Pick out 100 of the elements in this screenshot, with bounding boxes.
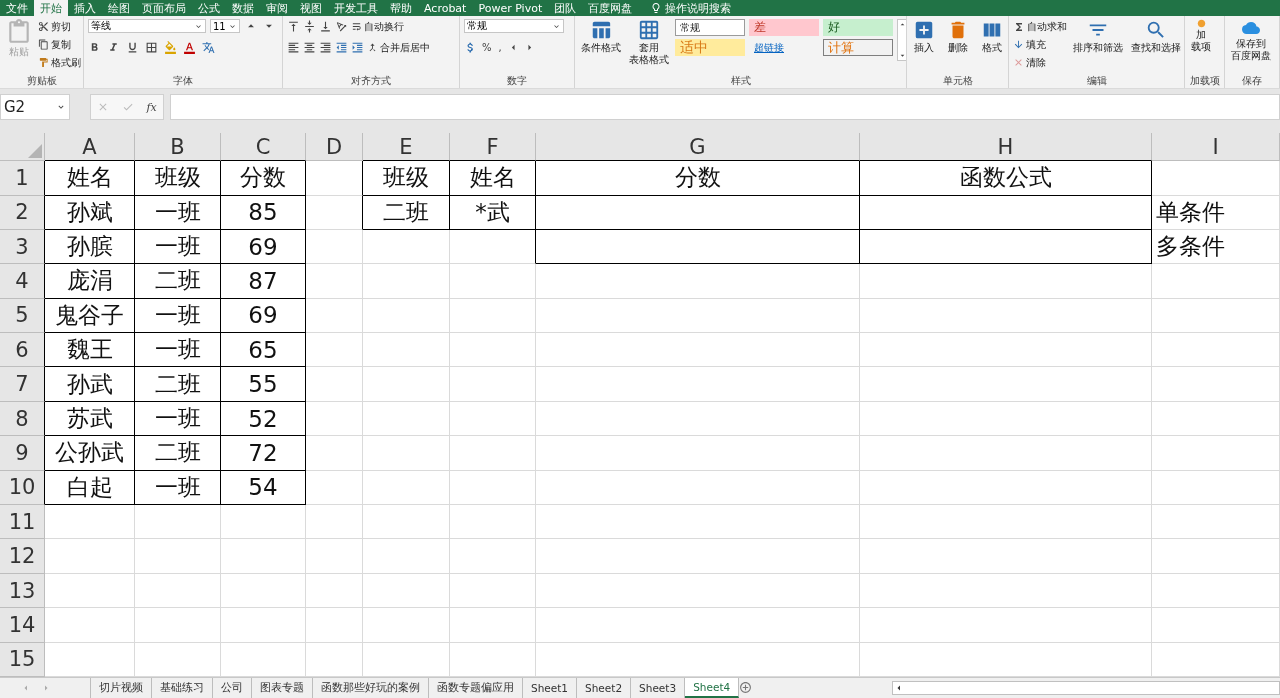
sheet-tab[interactable]: Sheet2: [577, 678, 632, 698]
format-painter-button[interactable]: 格式刷: [38, 55, 81, 71]
menu-tab[interactable]: 公式: [192, 0, 226, 17]
table-cell[interactable]: [306, 195, 363, 230]
table-cell[interactable]: 庞涓: [45, 264, 135, 299]
table-cell[interactable]: [450, 229, 536, 265]
column-header[interactable]: B: [135, 133, 221, 162]
number-format-select[interactable]: 常规: [464, 19, 564, 34]
table-cell[interactable]: 87: [221, 264, 306, 299]
table-cell[interactable]: 一班: [135, 298, 221, 334]
table-cell[interactable]: 班级: [363, 161, 450, 196]
table-cell[interactable]: 单条件: [1152, 195, 1280, 230]
merge-center-button[interactable]: 合并后居中: [367, 40, 430, 56]
menu-tab[interactable]: 视图: [294, 0, 328, 17]
menu-tab[interactable]: 审阅: [260, 0, 294, 17]
table-cell[interactable]: 多条件: [1152, 229, 1280, 265]
table-cell[interactable]: [306, 161, 363, 196]
save-to-cloud-button[interactable]: 保存到 百度网盘: [1229, 19, 1273, 62]
cell-style-option[interactable]: 常规: [675, 19, 745, 37]
font-size-select[interactable]: 11: [210, 19, 240, 34]
table-cell[interactable]: [536, 229, 860, 265]
table-cell[interactable]: 函数公式: [860, 161, 1152, 196]
cut-button[interactable]: 剪切: [38, 19, 81, 35]
row-header[interactable]: 4: [0, 264, 45, 299]
table-cell[interactable]: 苏武: [45, 401, 135, 437]
sheet-tab[interactable]: 函数专题偏应用: [429, 678, 523, 698]
tell-me-search[interactable]: 操作说明搜索: [650, 0, 732, 17]
row-header[interactable]: 13: [0, 573, 45, 609]
table-cell[interactable]: 55: [221, 367, 306, 402]
percent-button[interactable]: %: [480, 42, 494, 54]
table-cell[interactable]: [536, 195, 860, 230]
menu-tab[interactable]: 插入: [68, 0, 102, 17]
row-header[interactable]: 7: [0, 367, 45, 402]
wrap-text-button[interactable]: 自动换行: [351, 19, 404, 35]
table-cell[interactable]: [860, 195, 1152, 230]
menu-tab[interactable]: 绘图: [102, 0, 136, 17]
row-header[interactable]: 11: [0, 505, 45, 540]
gallery-scrollbar[interactable]: [897, 19, 906, 62]
table-cell[interactable]: 52: [221, 401, 306, 437]
name-box[interactable]: G2: [0, 94, 70, 121]
table-cell[interactable]: 二班: [135, 367, 221, 402]
autosum-button[interactable]: 自动求和: [1013, 19, 1067, 35]
table-cell[interactable]: 85: [221, 195, 306, 230]
conditional-format-button[interactable]: 条件格式: [579, 19, 623, 54]
cell-style-option[interactable]: 差: [749, 19, 819, 37]
column-header[interactable]: A: [45, 133, 135, 162]
table-cell[interactable]: 65: [221, 333, 306, 368]
column-header[interactable]: D: [306, 133, 363, 162]
table-cell[interactable]: 分数: [221, 161, 306, 196]
table-cell[interactable]: 69: [221, 229, 306, 265]
row-header[interactable]: 15: [0, 642, 45, 677]
format-as-table-button[interactable]: 套用 表格格式: [627, 19, 671, 66]
menu-tab[interactable]: 开发工具: [328, 0, 384, 17]
table-cell[interactable]: 鬼谷子: [45, 298, 135, 334]
row-header[interactable]: 10: [0, 470, 45, 506]
column-header[interactable]: F: [450, 133, 536, 162]
menu-tab[interactable]: Acrobat: [418, 0, 473, 17]
table-cell[interactable]: 孙武: [45, 367, 135, 402]
column-header[interactable]: I: [1152, 133, 1280, 162]
table-cell[interactable]: 72: [221, 436, 306, 471]
menu-tab[interactable]: 帮助: [384, 0, 418, 17]
table-cell[interactable]: [860, 229, 1152, 265]
sheet-tab[interactable]: 基础练习: [152, 678, 213, 698]
font-name-select[interactable]: 等线: [88, 19, 206, 34]
table-cell[interactable]: *武: [450, 195, 536, 230]
table-cell[interactable]: 一班: [135, 470, 221, 506]
column-header[interactable]: E: [363, 133, 450, 162]
menu-tab[interactable]: Power Pivot: [472, 0, 549, 17]
cells-button[interactable]: 删除: [945, 19, 971, 54]
table-cell[interactable]: 54: [221, 470, 306, 506]
row-header[interactable]: 5: [0, 298, 45, 334]
table-cell[interactable]: 孙膑: [45, 229, 135, 265]
cell-style-option[interactable]: 超链接: [749, 39, 819, 57]
clear-button[interactable]: 清除: [1013, 55, 1067, 71]
menu-tab[interactable]: 团队: [548, 0, 583, 17]
row-header[interactable]: 12: [0, 539, 45, 574]
row-header[interactable]: 2: [0, 195, 45, 230]
sheet-tab[interactable]: Sheet1: [523, 678, 578, 698]
sheet-tab[interactable]: 切片视频: [91, 678, 152, 698]
fill-button[interactable]: 填充: [1013, 37, 1067, 53]
find-select-button[interactable]: 查找和选择: [1129, 19, 1183, 54]
insert-function-button[interactable]: fx: [146, 100, 157, 114]
cell-style-option[interactable]: 好: [823, 19, 893, 37]
row-header[interactable]: 6: [0, 333, 45, 368]
table-cell[interactable]: 一班: [135, 195, 221, 230]
table-cell[interactable]: 分数: [536, 161, 860, 196]
cells-button[interactable]: 插入: [911, 19, 937, 54]
column-header[interactable]: H: [860, 133, 1152, 162]
table-cell[interactable]: 孙斌: [45, 195, 135, 230]
table-cell[interactable]: 公孙武: [45, 436, 135, 471]
copy-button[interactable]: 复制: [38, 37, 81, 53]
sheet-tab[interactable]: Sheet4: [685, 678, 740, 698]
sort-filter-button[interactable]: 排序和筛选: [1071, 19, 1125, 54]
sheet-tab[interactable]: 函数那些好玩的案例: [313, 678, 429, 698]
sheet-tab[interactable]: 图表专题: [252, 678, 313, 698]
menu-tab[interactable]: 开始: [34, 0, 68, 17]
row-header[interactable]: 14: [0, 608, 45, 643]
table-cell[interactable]: 69: [221, 298, 306, 334]
menu-tab[interactable]: 页面布局: [136, 0, 192, 17]
column-header[interactable]: C: [221, 133, 306, 162]
